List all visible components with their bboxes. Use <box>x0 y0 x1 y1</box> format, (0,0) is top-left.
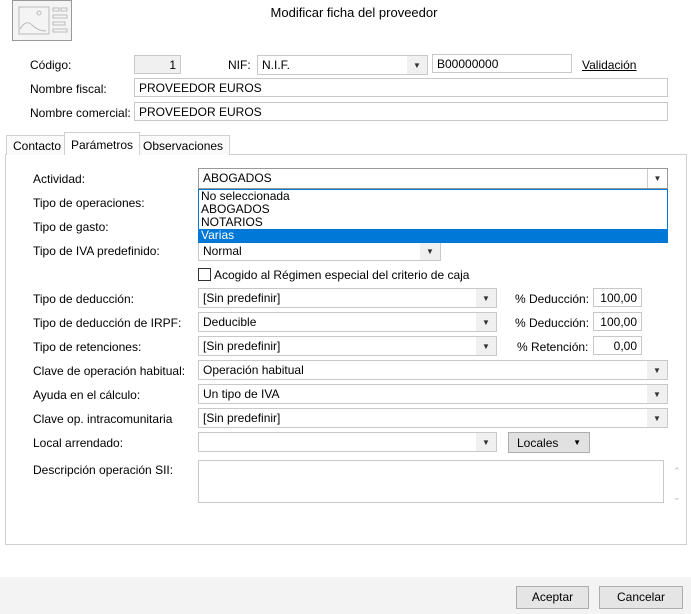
ayuda-label: Ayuda en el cálculo: <box>33 388 141 402</box>
pct-deduccion-field[interactable]: 100,00 <box>593 288 642 307</box>
tipo-deduccion-irpf-label: Tipo de deducción de IRPF: <box>33 316 182 330</box>
chevron-down-icon: ▼ <box>647 409 667 427</box>
nombre-fiscal-field[interactable]: PROVEEDOR EUROS <box>134 78 668 97</box>
chevron-down-icon: ▼ <box>476 289 496 307</box>
nif-type-select[interactable]: N.I.F. ▼ <box>257 55 428 75</box>
scroll-up-icon[interactable]: ⌃ <box>673 464 681 478</box>
nif-type-value: N.I.F. <box>262 58 291 72</box>
pct-retencion-label: % Retención: <box>517 340 589 354</box>
cancel-button[interactable]: Cancelar <box>599 586 683 609</box>
chevron-down-icon: ▼ <box>407 56 427 74</box>
clave-op-select[interactable]: Operación habitual ▼ <box>198 360 668 380</box>
window-title: Modificar ficha del proveedor <box>270 5 438 20</box>
tipo-deduccion-select[interactable]: [Sin predefinir] ▼ <box>198 288 497 308</box>
chevron-down-icon: ▼ <box>647 169 667 188</box>
tipo-retenciones-label: Tipo de retenciones: <box>33 340 142 354</box>
pct-deduccion-irpf-label: % Deducción: <box>515 316 590 330</box>
actividad-value: ABOGADOS <box>203 171 272 185</box>
nif-label: NIF: <box>228 58 251 72</box>
tipo-gasto-label: Tipo de gasto: <box>33 220 109 234</box>
actividad-label: Actividad: <box>33 172 86 186</box>
chevron-down-icon: ▼ <box>476 433 496 451</box>
tipo-retenciones-value: [Sin predefinir] <box>203 339 281 353</box>
tipo-deduccion-irpf-value: Deducible <box>203 315 257 329</box>
tab-contacto[interactable]: Contacto <box>6 135 69 155</box>
codigo-label: Código: <box>30 58 72 72</box>
tab-observaciones[interactable]: Observaciones <box>136 135 231 155</box>
tipo-deduccion-label: Tipo de deducción: <box>33 292 134 306</box>
tipo-iva-value: Normal <box>203 244 242 258</box>
pct-deduccion-irpf-field[interactable]: 100,00 <box>593 312 642 331</box>
validacion-link[interactable]: Validación <box>582 58 636 72</box>
accept-button[interactable]: Aceptar <box>516 586 589 609</box>
option-varias[interactable]: Varias <box>199 229 667 242</box>
criterio-caja-label[interactable]: Acogido al Régimen especial del criterio… <box>214 268 469 282</box>
nombre-comercial-field[interactable]: PROVEEDOR EUROS <box>134 102 668 121</box>
chevron-down-icon: ▼ <box>647 385 667 403</box>
tipo-deduccion-value: [Sin predefinir] <box>203 291 281 305</box>
option-notarios[interactable]: NOTARIOS <box>199 216 667 229</box>
pct-retencion-field[interactable]: 0,00 <box>593 336 642 355</box>
actividad-select[interactable]: ABOGADOS ▼ <box>198 168 668 189</box>
chevron-down-icon: ▼ <box>647 361 667 379</box>
tipo-retenciones-select[interactable]: [Sin predefinir] ▼ <box>198 336 497 356</box>
descripcion-label: Descripción operación SII: <box>33 463 174 477</box>
nif-field[interactable]: B00000000 <box>432 54 572 73</box>
descripcion-textarea[interactable] <box>198 460 664 503</box>
actividad-dropdown-list: No seleccionada ABOGADOS NOTARIOS Varias <box>198 189 668 243</box>
locales-label: Locales <box>517 436 559 450</box>
nombre-fiscal-label: Nombre fiscal: <box>30 82 107 96</box>
tab-parametros[interactable]: Parámetros <box>64 132 141 155</box>
clave-intra-label: Clave op. intracomunitaria <box>33 412 173 426</box>
local-label: Local arrendado: <box>33 436 124 450</box>
ayuda-value: Un tipo de IVA <box>203 387 280 401</box>
clave-op-value: Operación habitual <box>203 363 304 377</box>
criterio-caja-checkbox[interactable] <box>198 268 211 281</box>
tipo-iva-select[interactable]: Normal ▼ <box>198 241 441 261</box>
chevron-down-icon: ▼ <box>573 438 581 447</box>
pct-deduccion-label: % Deducción: <box>515 292 590 306</box>
codigo-field[interactable]: 1 <box>134 55 181 74</box>
option-abogados[interactable]: ABOGADOS <box>199 203 667 216</box>
nombre-comercial-label: Nombre comercial: <box>30 106 131 120</box>
chevron-down-icon: ▼ <box>420 242 440 260</box>
scroll-down-icon[interactable]: ⌄ <box>673 490 681 504</box>
tipo-deduccion-irpf-select[interactable]: Deducible ▼ <box>198 312 497 332</box>
clave-intra-value: [Sin predefinir] <box>203 411 281 425</box>
locales-button[interactable]: Locales ▼ <box>508 432 590 453</box>
clave-op-label: Clave de operación habitual: <box>33 364 186 378</box>
tipo-iva-label: Tipo de IVA predefinido: <box>33 244 160 258</box>
tipo-operaciones-label: Tipo de operaciones: <box>33 196 145 210</box>
clave-intra-select[interactable]: [Sin predefinir] ▼ <box>198 408 668 428</box>
chevron-down-icon: ▼ <box>476 313 496 331</box>
local-select[interactable]: ▼ <box>198 432 497 452</box>
chevron-down-icon: ▼ <box>476 337 496 355</box>
ayuda-select[interactable]: Un tipo de IVA ▼ <box>198 384 668 404</box>
